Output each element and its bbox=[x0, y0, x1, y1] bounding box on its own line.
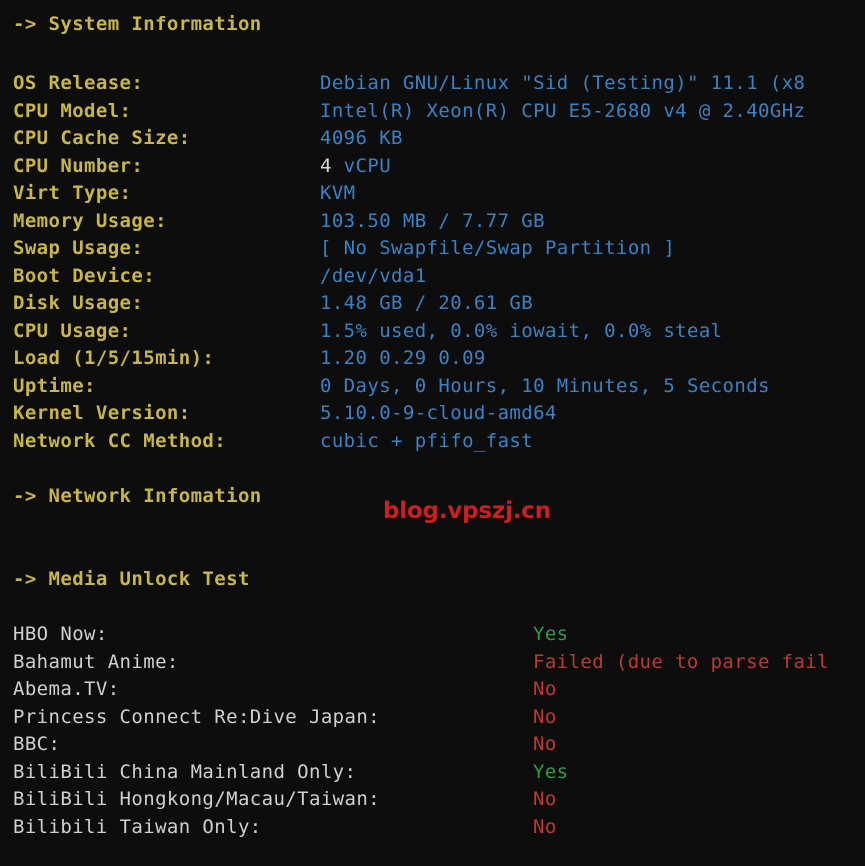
watermark-blog-url: blog.vpszj.cn bbox=[383, 498, 551, 524]
media-label-bahamut-anime: Bahamut Anime: bbox=[13, 650, 179, 673]
media-value-hbo-now: Yes bbox=[533, 623, 569, 645]
media-row-abema-tv: Abema.TV: No bbox=[0, 676, 865, 704]
info-value-cpu-usage: 1.5% used, 0.0% iowait, 0.0% steal bbox=[320, 319, 723, 342]
info-label-boot-device: Boot Device: bbox=[13, 264, 156, 287]
info-label-kernel-version: Kernel Version: bbox=[13, 402, 191, 424]
info-value-swap-usage: [ No Swapfile/Swap Partition ] bbox=[320, 237, 676, 259]
info-row-os-release: OS Release: Debian GNU/Linux "Sid (Testi… bbox=[0, 70, 865, 98]
media-row-princess-connect-redive-japan: Princess Connect Re:Dive Japan: No bbox=[0, 704, 865, 732]
info-value-cpu-model: Intel(R) Xeon(R) CPU E5-2680 v4 @ 2.40GH… bbox=[320, 99, 806, 122]
info-value-virt-type: KVM bbox=[320, 182, 356, 204]
section-header-media-unlock-test: -> Media Unlock Test bbox=[13, 568, 250, 590]
info-value-disk-usage: 1.48 GB / 20.61 GB bbox=[320, 292, 534, 314]
info-label-cpu-number: CPU Number: bbox=[13, 154, 144, 177]
info-value-uptime: 0 Days, 0 Hours, 10 Minutes, 5 Seconds bbox=[320, 374, 770, 397]
info-label-cpu-model: CPU Model: bbox=[13, 99, 132, 122]
info-value-network-cc-method: cubic + pfifo_fast bbox=[320, 429, 534, 452]
info-label-cpu-cache-size: CPU Cache Size: bbox=[13, 127, 191, 149]
info-row-disk-usage: Disk Usage: 1.48 GB / 20.61 GB bbox=[0, 290, 865, 318]
section-header-network-information: -> Network Infomation bbox=[13, 485, 262, 507]
media-label-bilibili-taiwan-only: Bilibili Taiwan Only: bbox=[13, 815, 262, 838]
media-label-bbc: BBC: bbox=[13, 733, 61, 755]
section-header-system-information: -> System Information bbox=[13, 13, 262, 35]
info-row-cpu-model: CPU Model: Intel(R) Xeon(R) CPU E5-2680 … bbox=[0, 98, 865, 126]
media-label-hbo-now: HBO Now: bbox=[13, 623, 108, 645]
cpu-number-count: 4 bbox=[320, 154, 332, 177]
cpu-number-unit: vCPU bbox=[331, 154, 392, 177]
info-row-cpu-cache-size: CPU Cache Size: 4096 KB bbox=[0, 125, 865, 153]
info-row-uptime: Uptime: 0 Days, 0 Hours, 10 Minutes, 5 S… bbox=[0, 373, 865, 401]
info-value-boot-device: /dev/vda1 bbox=[320, 264, 427, 287]
media-row-bahamut-anime: Bahamut Anime: Failed (due to parse fail bbox=[0, 649, 865, 677]
info-label-swap-usage: Swap Usage: bbox=[13, 237, 144, 259]
media-value-bilibili-hongkong-macau-taiwan: No bbox=[533, 788, 557, 810]
media-row-bilibili-hongkong-macau-taiwan: BiliBili Hongkong/Macau/Taiwan: No bbox=[0, 786, 865, 814]
info-row-kernel-version: Kernel Version: 5.10.0-9-cloud-amd64 bbox=[0, 400, 865, 428]
info-label-network-cc-method: Network CC Method: bbox=[13, 429, 227, 452]
media-value-bilibili-taiwan-only: No bbox=[533, 815, 557, 838]
media-row-bbc: BBC: No bbox=[0, 731, 865, 759]
info-row-virt-type: Virt Type: KVM bbox=[0, 180, 865, 208]
info-label-disk-usage: Disk Usage: bbox=[13, 292, 144, 314]
info-label-cpu-usage: CPU Usage: bbox=[13, 319, 132, 342]
info-row-cpu-usage: CPU Usage: 1.5% used, 0.0% iowait, 0.0% … bbox=[0, 318, 865, 346]
media-value-bahamut-anime: Failed (due to parse fail bbox=[533, 650, 829, 673]
media-label-abema-tv: Abema.TV: bbox=[13, 678, 120, 700]
info-label-memory-usage: Memory Usage: bbox=[13, 209, 167, 232]
media-row-bilibili-taiwan-only: Bilibili Taiwan Only: No bbox=[0, 814, 865, 842]
info-row-cpu-number: CPU Number: 4 vCPU bbox=[0, 153, 865, 181]
media-value-bbc: No bbox=[533, 733, 557, 755]
info-label-os-release: OS Release: bbox=[13, 72, 144, 94]
info-value-kernel-version: 5.10.0-9-cloud-amd64 bbox=[320, 402, 557, 424]
info-value-memory-usage: 103.50 MB / 7.77 GB bbox=[320, 209, 545, 232]
media-label-bilibili-china-mainland-only: BiliBili China Mainland Only: bbox=[13, 760, 357, 783]
info-value-cpu-cache-size: 4096 KB bbox=[320, 127, 403, 149]
media-label-princess-connect-redive-japan: Princess Connect Re:Dive Japan: bbox=[13, 705, 381, 728]
info-row-boot-device: Boot Device: /dev/vda1 bbox=[0, 263, 865, 291]
info-row-memory-usage: Memory Usage: 103.50 MB / 7.77 GB bbox=[0, 208, 865, 236]
media-value-bilibili-china-mainland-only: Yes bbox=[533, 760, 569, 783]
info-value-os-release: Debian GNU/Linux "Sid (Testing)" 11.1 (x… bbox=[320, 72, 806, 94]
media-label-bilibili-hongkong-macau-taiwan: BiliBili Hongkong/Macau/Taiwan: bbox=[13, 788, 381, 810]
info-row-swap-usage: Swap Usage: [ No Swapfile/Swap Partition… bbox=[0, 235, 865, 263]
terminal-output: -> System Information OS Release: Debian… bbox=[0, 0, 865, 866]
info-row-load-average: Load (1/5/15min): 1.20 0.29 0.09 bbox=[0, 345, 865, 373]
info-value-load-average: 1.20 0.29 0.09 bbox=[320, 347, 486, 369]
media-row-bilibili-china-mainland-only: BiliBili China Mainland Only: Yes bbox=[0, 759, 865, 787]
info-label-virt-type: Virt Type: bbox=[13, 182, 132, 204]
info-value-cpu-number: 4 vCPU bbox=[320, 153, 391, 181]
media-row-hbo-now: HBO Now: Yes bbox=[0, 621, 865, 649]
media-value-abema-tv: No bbox=[533, 678, 557, 700]
info-row-network-cc-method: Network CC Method: cubic + pfifo_fast bbox=[0, 428, 865, 456]
info-label-uptime: Uptime: bbox=[13, 374, 96, 397]
info-label-load-average: Load (1/5/15min): bbox=[13, 347, 215, 369]
media-value-princess-connect-redive-japan: No bbox=[533, 705, 557, 728]
